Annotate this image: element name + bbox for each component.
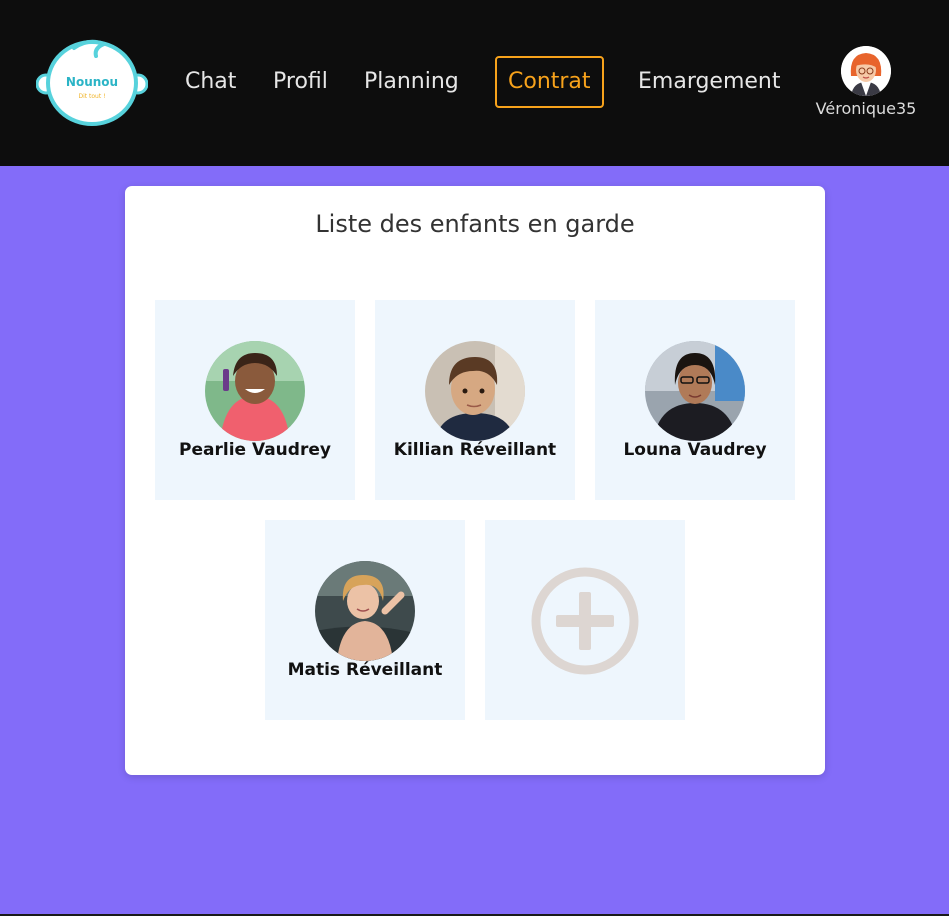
user-menu[interactable]: Véronique35 bbox=[812, 44, 920, 124]
child-photo bbox=[425, 341, 525, 441]
add-child-button[interactable] bbox=[485, 520, 685, 720]
nav-chat[interactable]: Chat bbox=[185, 56, 236, 108]
user-avatar-icon bbox=[841, 46, 891, 96]
child-card[interactable]: Pearlie Vaudrey bbox=[155, 300, 355, 500]
nav-profil[interactable]: Profil bbox=[273, 56, 328, 108]
children-list-card: Liste des enfants en garde Pearlie Vaudr… bbox=[125, 186, 825, 775]
user-name: Véronique35 bbox=[815, 99, 917, 118]
nav-planning[interactable]: Planning bbox=[364, 56, 459, 108]
child-card[interactable]: Killian Réveillant bbox=[375, 300, 575, 500]
nounou-logo[interactable]: Nounou Dit tout ! bbox=[35, 36, 149, 128]
child-name: Pearlie Vaudrey bbox=[179, 440, 331, 460]
child-name: Louna Vaudrey bbox=[623, 440, 767, 460]
navbar: Nounou Dit tout ! Chat Profil Planning C… bbox=[0, 0, 949, 166]
nav-emargement[interactable]: Emargement bbox=[638, 56, 781, 108]
child-photo bbox=[205, 341, 305, 441]
nounou-logo-icon: Nounou Dit tout ! bbox=[35, 39, 149, 126]
child-name: Matis Réveillant bbox=[287, 660, 443, 680]
child-name: Killian Réveillant bbox=[393, 440, 557, 460]
nav-contrat[interactable]: Contrat bbox=[495, 56, 604, 108]
page-title: Liste des enfants en garde bbox=[315, 210, 635, 238]
child-card[interactable]: Matis Réveillant bbox=[265, 520, 465, 720]
child-card[interactable]: Louna Vaudrey bbox=[595, 300, 795, 500]
child-photo bbox=[645, 341, 745, 441]
child-photo bbox=[315, 561, 415, 661]
svg-text:Nounou: Nounou bbox=[66, 75, 118, 89]
svg-text:Dit tout !: Dit tout ! bbox=[78, 93, 105, 100]
plus-circle-icon bbox=[531, 567, 639, 675]
